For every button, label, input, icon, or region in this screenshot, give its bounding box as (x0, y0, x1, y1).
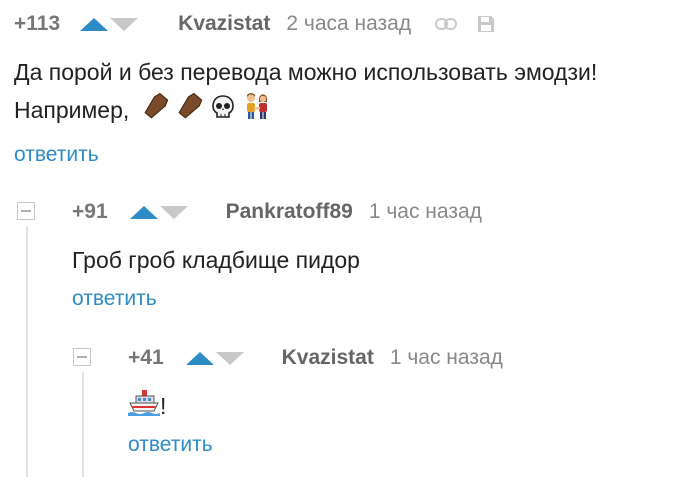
coffin-icon (142, 92, 170, 131)
reply-link[interactable]: ответить (128, 433, 688, 457)
comment-header: +41 Kvazistat 1 час назад (128, 343, 688, 373)
comment-header: +91 Pankratoff89 1 час назад (72, 197, 692, 227)
thread-line-level-2 (82, 372, 84, 477)
comment-author[interactable]: Kvazistat (282, 346, 374, 370)
collapse-toggle[interactable] (73, 348, 91, 366)
thread-line-level-1 (26, 226, 28, 477)
vote-down-icon[interactable] (215, 351, 244, 365)
comment-rating: +113 (14, 12, 61, 35)
vote-up-icon[interactable] (129, 205, 158, 219)
vote-up-icon[interactable] (80, 17, 109, 31)
reply-link[interactable]: ответить (72, 287, 692, 311)
comment-author[interactable]: Kvazistat (178, 12, 270, 36)
comment: +41 Kvazistat 1 час назад ! ответить (128, 343, 688, 457)
comment-rating: +41 (128, 346, 164, 369)
reply-link[interactable]: ответить (14, 143, 694, 167)
vote-up-icon[interactable] (185, 351, 214, 365)
comment-author[interactable]: Pankratoff89 (226, 200, 353, 224)
comment-time[interactable]: 1 час назад (390, 346, 503, 370)
comment-rating: +91 (72, 200, 108, 223)
comment-text-fragment: ! (160, 393, 167, 419)
comment: +113 Kvazistat 2 часа назад Да порой и б… (14, 9, 694, 167)
comment-text-line: Да порой и без перевода можно использова… (14, 59, 598, 85)
collapse-toggle[interactable] (17, 202, 35, 220)
vote-down-icon[interactable] (159, 205, 188, 219)
couple-holding-hands-icon (243, 92, 271, 131)
comment-text-line: Например, (14, 91, 694, 131)
comment-time[interactable]: 1 час назад (369, 200, 482, 224)
comment-time[interactable]: 2 часа назад (286, 12, 411, 36)
comment-text: Гроб гроб кладбище пидор (72, 247, 360, 273)
save-icon[interactable] (477, 15, 495, 33)
comment-header: +113 Kvazistat 2 часа назад (14, 9, 694, 39)
vote-down-icon[interactable] (110, 17, 139, 31)
comment: +91 Pankratoff89 1 час назад Гроб гроб к… (72, 197, 692, 311)
comment-text: ! (128, 387, 688, 427)
comment-text: Да порой и без перевода можно использова… (14, 53, 694, 131)
skull-icon (210, 93, 236, 131)
coffin-icon (176, 92, 204, 131)
ship-icon (128, 388, 160, 427)
link-icon[interactable] (435, 17, 458, 31)
comment-text-fragment: Например, (14, 97, 130, 123)
